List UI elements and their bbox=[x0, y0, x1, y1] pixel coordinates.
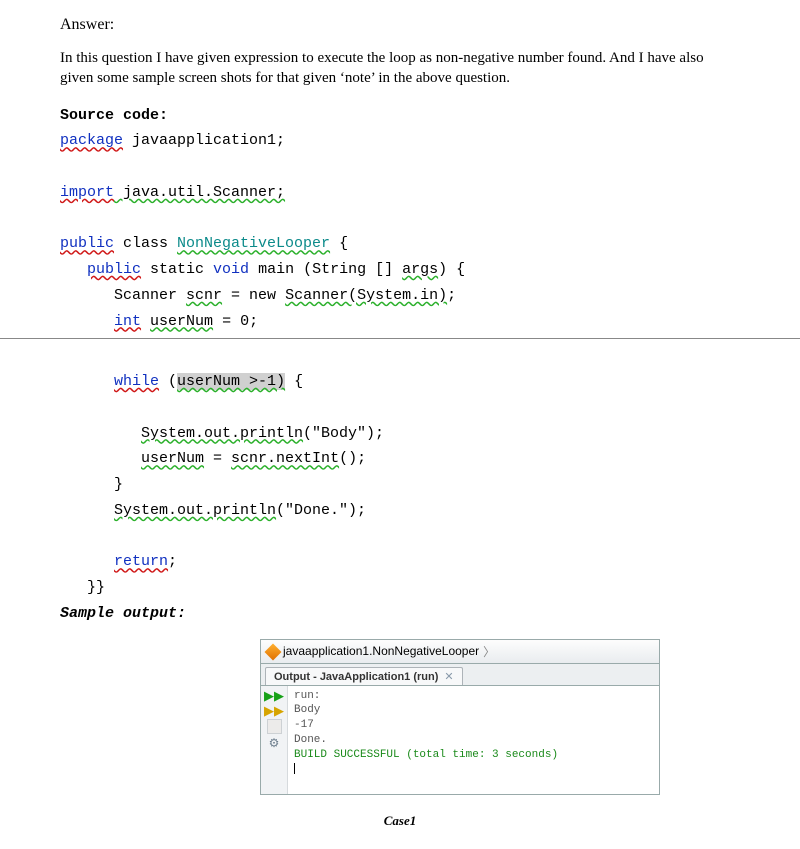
code-line bbox=[60, 526, 740, 548]
code-line: }} bbox=[60, 577, 740, 599]
output-tab[interactable]: Output - JavaApplication1 (run) ✕ bbox=[265, 667, 463, 685]
stop-icon[interactable] bbox=[267, 719, 282, 734]
code-line: package javaapplication1; bbox=[60, 130, 740, 152]
output-console: ▶▶ ▶▶ ⚙ run: Body -17 Done. BUILD SUCCES… bbox=[260, 686, 660, 795]
code-line: } bbox=[60, 474, 740, 496]
console-line-build: BUILD SUCCESSFUL (total time: 3 seconds) bbox=[294, 748, 653, 763]
package-icon bbox=[265, 644, 282, 661]
intro-paragraph: In this question I have given expression… bbox=[60, 48, 740, 89]
answer-heading: Answer: bbox=[60, 16, 740, 34]
code-line: System.out.println("Done."); bbox=[60, 500, 740, 522]
code-line: while (userNum >-1) { bbox=[60, 371, 740, 393]
console-cursor-line bbox=[294, 763, 653, 778]
chevron-right-icon: 〉 bbox=[483, 643, 495, 660]
code-line: public static void main (String [] args)… bbox=[60, 259, 740, 281]
code-line: public class NonNegativeLooper { bbox=[60, 233, 740, 255]
text-cursor-icon bbox=[294, 763, 295, 774]
sample-output-heading: Sample output: bbox=[60, 603, 740, 625]
run-icon[interactable]: ▶▶ bbox=[264, 689, 284, 702]
code-line bbox=[60, 345, 740, 367]
settings-icon[interactable]: ⚙ bbox=[269, 736, 280, 751]
code-line: int userNum = 0; bbox=[60, 311, 740, 333]
console-line: Done. bbox=[294, 733, 653, 748]
console-line: run: bbox=[294, 689, 653, 704]
code-line bbox=[60, 156, 740, 178]
code-line: Scanner scnr = new Scanner(System.in); bbox=[60, 285, 740, 307]
page-divider bbox=[0, 338, 800, 339]
code-line: import java.util.Scanner; bbox=[60, 182, 740, 204]
console-line: -17 bbox=[294, 718, 653, 733]
code-line bbox=[60, 208, 740, 230]
breadcrumb-text: javaapplication1.NonNegativeLooper bbox=[283, 644, 479, 658]
console-line: Body bbox=[294, 703, 653, 718]
rerun-icon[interactable]: ▶▶ bbox=[264, 704, 284, 717]
code-line bbox=[60, 397, 740, 419]
figure-caption: Case1 bbox=[60, 813, 740, 829]
console-gutter: ▶▶ ▶▶ ⚙ bbox=[261, 686, 288, 794]
code-line: return; bbox=[60, 551, 740, 573]
console-output: run: Body -17 Done. BUILD SUCCESSFUL (to… bbox=[288, 686, 659, 794]
output-tabbar: Output - JavaApplication1 (run) ✕ bbox=[260, 664, 660, 686]
code-line: System.out.println("Body"); bbox=[60, 423, 740, 445]
output-tab-label: Output - JavaApplication1 (run) bbox=[274, 671, 438, 683]
close-icon[interactable]: ✕ bbox=[444, 671, 453, 683]
code-line: userNum = scnr.nextInt(); bbox=[60, 448, 740, 470]
output-screenshot: javaapplication1.NonNegativeLooper 〉 Out… bbox=[260, 639, 660, 795]
source-code-heading: Source code: bbox=[60, 105, 740, 127]
breadcrumb-bar: javaapplication1.NonNegativeLooper 〉 bbox=[260, 639, 660, 664]
